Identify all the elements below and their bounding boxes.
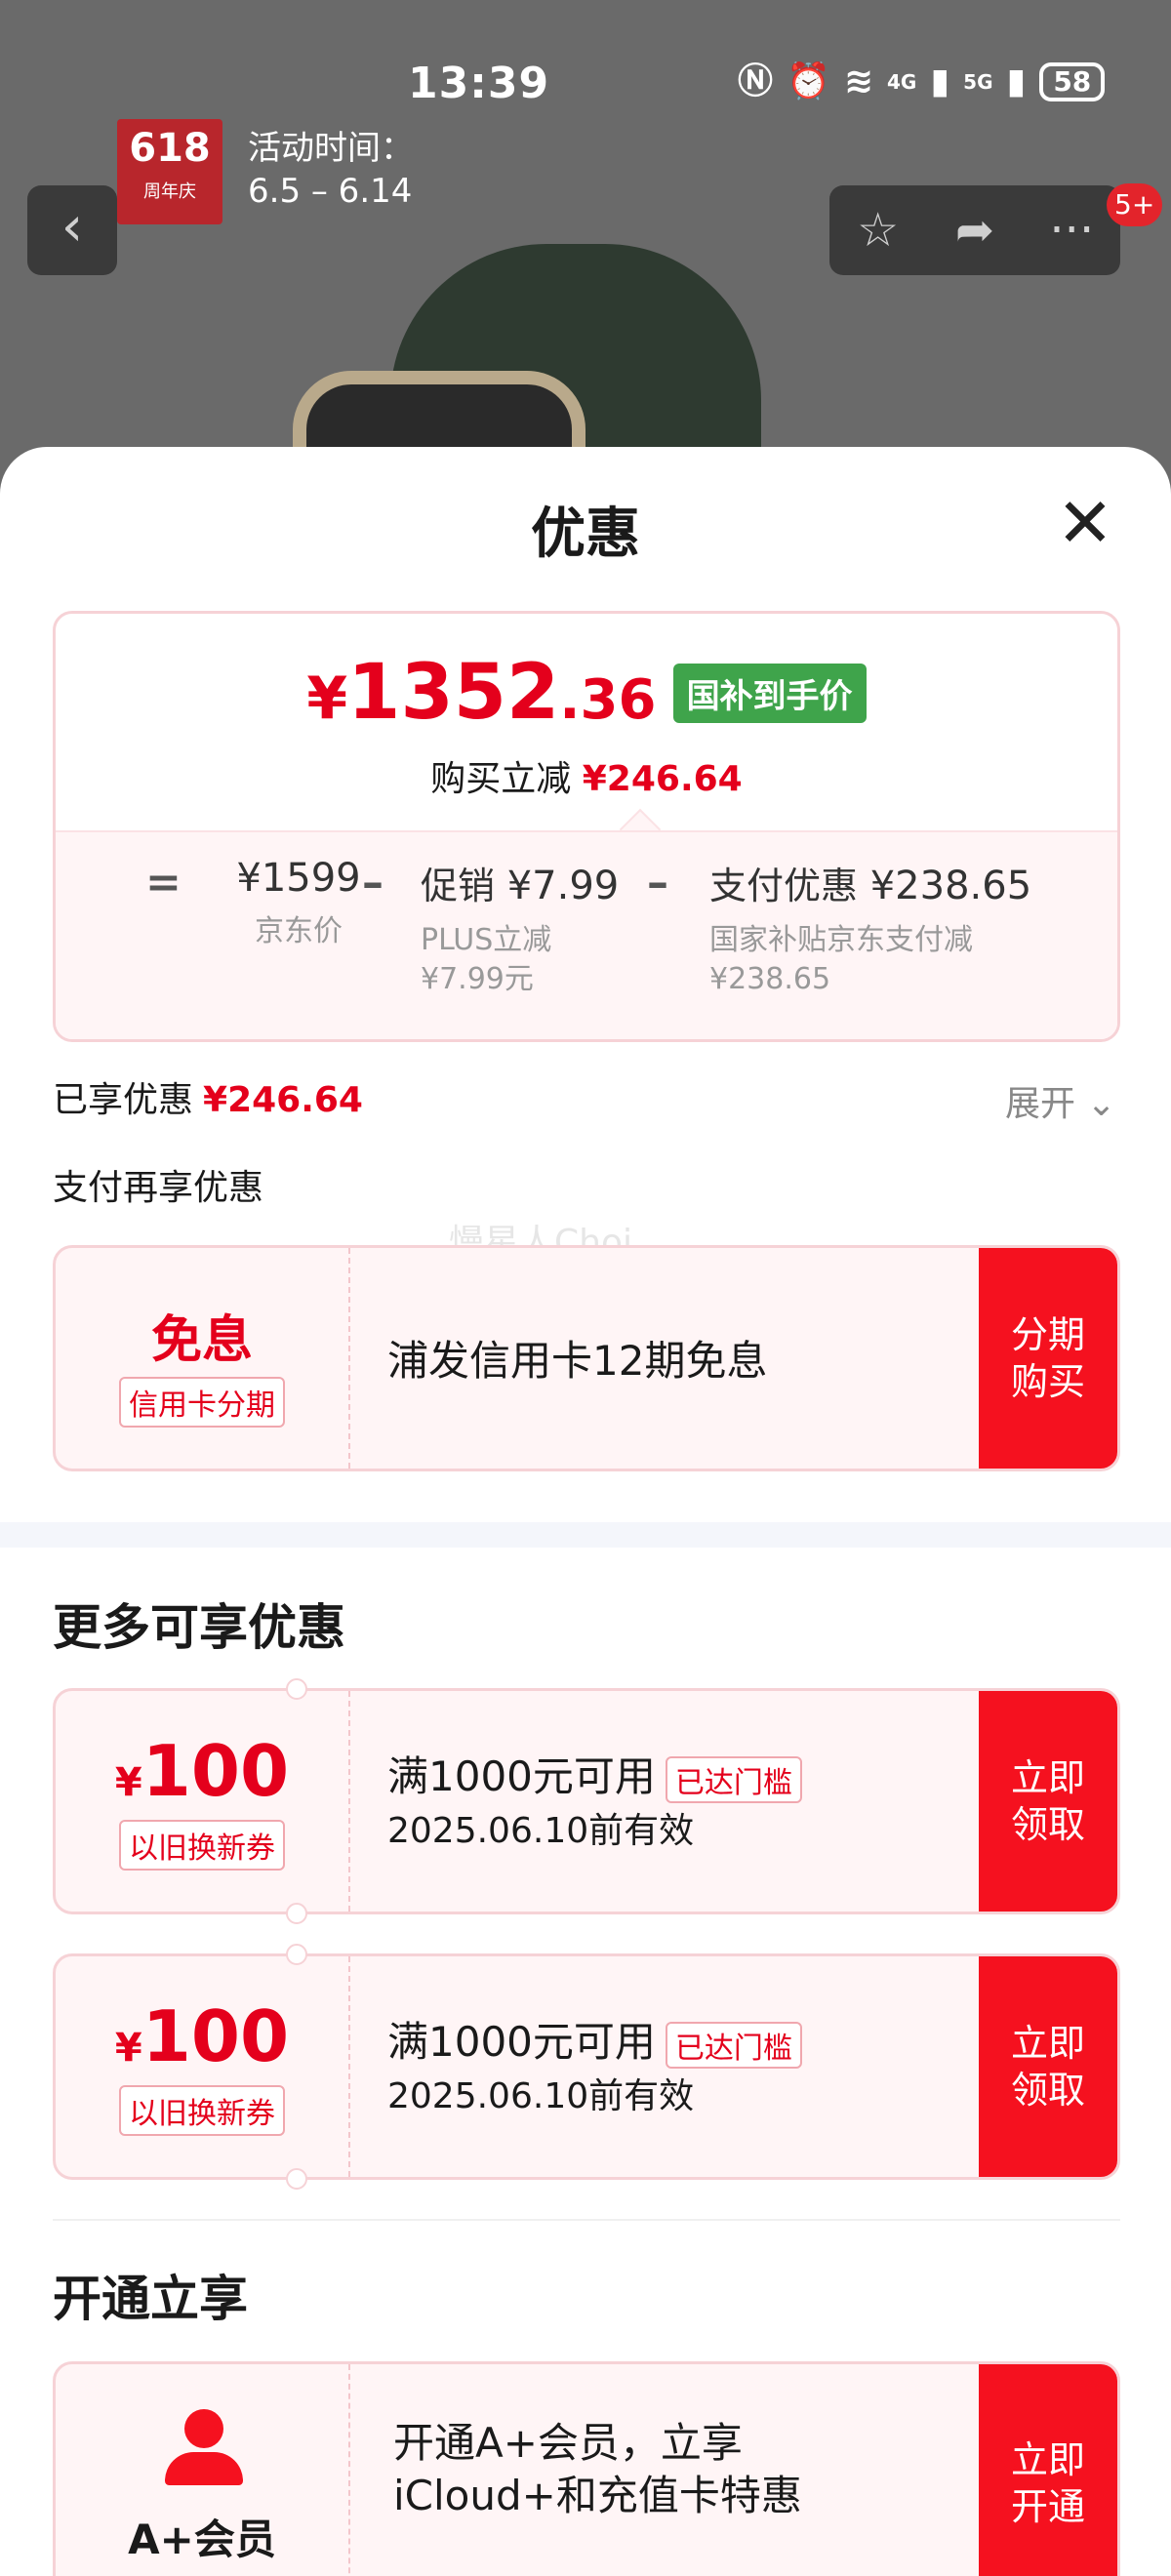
coupon-card[interactable]: ¥100 以旧换新券 满1000元可用 已达门槛 2025.06.10前有效 立即… (53, 1688, 1120, 1914)
minus-sign-2: – (647, 858, 668, 907)
status-icons: Ⓝ ⏰ ≋ 4G ▮ 5G ▮ 58 (738, 61, 1106, 101)
message-count-badge: 5+ (1107, 183, 1163, 226)
back-button[interactable]: ‹ (27, 185, 117, 275)
member-label: A+会员 (128, 2516, 276, 2563)
chevron-down-icon: ⌄ (1086, 1084, 1116, 1124)
reduce-row: 购买立减 ¥246.64 (430, 759, 743, 799)
top-action-bar: ☆ ➦ ··· (829, 185, 1120, 275)
nfc-icon: Ⓝ (738, 61, 774, 101)
open-member-button[interactable]: 立即 开通 (979, 2364, 1117, 2576)
member-description: 开通A+会员，立享 iCloud+和充值卡特惠 (393, 2419, 802, 2519)
product-page-background: 13:39 Ⓝ ⏰ ≋ 4G ▮ 5G ▮ 58 618 周年庆 活动时间： 6… (0, 0, 1171, 507)
coupon-card[interactable]: ¥100 以旧换新券 满1000元可用 已达门槛 2025.06.10前有效 立即… (53, 1953, 1120, 2180)
claim-coupon-button[interactable]: 立即 领取 (979, 1691, 1117, 1912)
status-time: 13:39 (408, 59, 550, 108)
promo-discount: 促销 ¥7.99 PLUS立减 ¥7.99元 (421, 864, 620, 996)
divider-line (53, 2219, 1120, 2221)
sheet-title: 优惠 (531, 503, 640, 566)
section-divider (0, 1522, 1171, 1548)
pay-more-label: 支付再享优惠 (53, 1168, 264, 1208)
installment-description: 浦发信用卡12期免息 (387, 1337, 768, 1385)
threshold-reached-tag: 已达门槛 (665, 1755, 802, 1803)
battery-indicator: 58 (1039, 62, 1106, 101)
coupon-condition: 满1000元可用 已达门槛 (387, 1744, 802, 1803)
expand-button[interactable]: 展开 ⌄ (1005, 1075, 1116, 1126)
more-discounts-title: 更多可享优惠 (53, 1599, 345, 1656)
interest-free-label: 免息 (150, 1311, 253, 1370)
equals-sign: = (145, 858, 182, 907)
discount-sheet: 优惠 ✕ ¥1352.36 国补到手价 购买立减 ¥246.64 = ¥1599… (0, 447, 1171, 2576)
coupon-expiry: 2025.06.10前有效 (387, 2076, 695, 2116)
minus-sign: – (362, 858, 384, 907)
subsidy-price-tag: 国补到手价 (672, 663, 867, 723)
trade-in-coupon-tag: 以旧换新券 (119, 2085, 285, 2136)
enjoyed-discount: 已享优惠 ¥246.64 (53, 1080, 363, 1120)
coupon-amount: ¥100 (114, 1730, 290, 1812)
more-icon[interactable]: ··· (1032, 203, 1110, 258)
coupon-amount: ¥100 (114, 1995, 290, 2077)
anniversary-badge: 618 周年庆 (117, 119, 222, 224)
activity-time: 活动时间： 6.5 – 6.14 (248, 129, 414, 211)
installment-buy-button[interactable]: 分期 购买 (979, 1248, 1117, 1469)
price-card: ¥1352.36 国补到手价 购买立减 ¥246.64 = ¥1599 京东价 … (53, 611, 1120, 1042)
coupon-expiry: 2025.06.10前有效 (387, 1811, 695, 1851)
claim-coupon-button[interactable]: 立即 领取 (979, 1956, 1117, 2177)
threshold-reached-tag: 已达门槛 (665, 2021, 802, 2069)
network-5g-label: 5G (963, 70, 993, 94)
user-icon (165, 2409, 243, 2485)
coupon-condition: 满1000元可用 已达门槛 (387, 2009, 802, 2069)
network-4g-label: 4G (887, 70, 917, 94)
close-icon[interactable]: ✕ (1054, 489, 1116, 557)
wifi-icon: ≋ (843, 61, 874, 101)
final-price: ¥1352.36 (306, 649, 657, 737)
installment-card[interactable]: 免息 信用卡分期 浦发信用卡12期免息 分期 购买 (53, 1245, 1120, 1471)
pay-discount: 支付优惠 ¥238.65 国家补贴京东支付减 ¥238.65 (709, 864, 1032, 996)
signal-icon: ▮ (930, 61, 950, 101)
share-icon[interactable]: ➦ (936, 203, 1014, 258)
signal-icon-2: ▮ (1006, 61, 1027, 101)
trade-in-coupon-tag: 以旧换新券 (119, 1820, 285, 1871)
alarm-icon: ⏰ (787, 61, 830, 101)
price-breakdown: = ¥1599 京东价 – 促销 ¥7.99 PLUS立减 ¥7.99元 – 支付… (56, 830, 1117, 1039)
member-card[interactable]: A+会员 开通A+会员，立享 iCloud+和充值卡特惠 立即 开通 (53, 2361, 1120, 2576)
status-bar: 13:39 Ⓝ ⏰ ≋ 4G ▮ 5G ▮ 58 (0, 59, 1171, 117)
credit-card-installment-tag: 信用卡分期 (119, 1377, 285, 1428)
open-member-title: 开通立享 (53, 2271, 248, 2327)
